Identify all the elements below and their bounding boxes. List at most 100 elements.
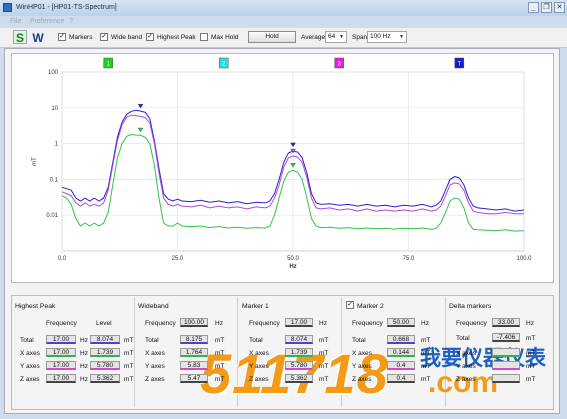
x-tick-label: 50.0 xyxy=(287,256,299,262)
wideband-row-label: Y axes xyxy=(145,363,165,370)
markers-checkbox[interactable]: ✓ xyxy=(58,33,66,41)
menu-preference[interactable]: Preference xyxy=(30,18,64,25)
highest-peak-row-label: Y axes xyxy=(20,363,40,370)
span-label: Span xyxy=(352,34,368,41)
marker2-row-value: 0.4 xyxy=(387,361,415,370)
delta-row-value xyxy=(492,374,520,383)
wideband-label: Wide band xyxy=(111,34,143,41)
marker1-row-value: 8.074 xyxy=(285,335,313,344)
highest-peak-freq-header: Frequency xyxy=(46,320,77,327)
marker2-row-unit: mT xyxy=(421,350,431,357)
span-value: 100 Hz xyxy=(370,33,391,40)
average-select[interactable]: 64 ▼ xyxy=(325,31,347,43)
wideband-freq-unit: Hz xyxy=(215,320,223,327)
marker1-freq-value: 17.00 xyxy=(285,318,313,327)
markers-label: Markers xyxy=(69,34,93,41)
highest-peak-row-level: 5.780 xyxy=(90,361,120,370)
highest-peak-label: Highest Peak xyxy=(157,34,196,41)
spectrum-s-button[interactable]: S xyxy=(13,30,27,45)
average-value: 64 xyxy=(328,33,336,40)
wideband-w-button[interactable]: W xyxy=(31,30,45,45)
marker2-row-unit: mT xyxy=(421,337,431,344)
delta-total-value: -7.406 xyxy=(492,333,520,342)
marker2-freq-value: 50.00 xyxy=(387,318,415,327)
wideband-row-label: X axes xyxy=(145,350,165,357)
highest-peak-row-hz: Hz xyxy=(80,376,88,383)
delta-freq-unit: Hz xyxy=(526,320,534,327)
marker2-row-unit: mT xyxy=(421,363,431,370)
chevron-down-icon: ▼ xyxy=(399,34,404,40)
x-tick-label: 75.0 xyxy=(403,256,415,262)
app-icon xyxy=(3,3,12,12)
wideband-row-label: Z axes xyxy=(145,376,165,383)
marker2-checkbox[interactable]: ✓ xyxy=(346,301,354,309)
highest-peak-row-label: Z axes xyxy=(20,376,40,383)
x-tick-label: 25.0 xyxy=(172,256,184,262)
delta-freq-label: Frequency xyxy=(456,320,487,327)
y-tick-label: 1 xyxy=(55,142,59,148)
span-select[interactable]: 100 Hz ▼ xyxy=(367,31,407,43)
spectrum-chart: 123T 0.0 25.0 50.0 75.0 100.01001010.10.01 m… xyxy=(32,57,532,270)
highest-peak-row-hz: Hz xyxy=(80,350,88,357)
marker1-row-unit: mT xyxy=(319,363,329,370)
wideband-freq-label: Frequency xyxy=(145,320,176,327)
highest-peak-row-freq: 17.00 xyxy=(46,348,76,357)
delta-row-value xyxy=(492,348,520,357)
max-hold-checkbox[interactable] xyxy=(200,33,208,41)
wideband-row-value: 5.83 xyxy=(180,361,208,370)
marker1-row-unit: mT xyxy=(319,376,329,383)
marker1-row-value: 1.739 xyxy=(285,348,313,357)
marker2-row-value: 0.144 xyxy=(387,348,415,357)
average-label: Average xyxy=(301,34,326,41)
highest-peak-row-hz: Hz xyxy=(80,363,88,370)
marker1-row-label: Z axes xyxy=(249,376,269,383)
delta-row-value xyxy=(492,361,520,370)
marker1-freq-label: Frequency xyxy=(249,320,280,327)
title-bar: WinHP01 - [HP01-TS-Spectrum] _ ❐ ✕ xyxy=(0,0,567,16)
window-title: WinHP01 - [HP01-TS-Spectrum] xyxy=(16,4,117,11)
delta-total-label: Total xyxy=(456,335,470,342)
highest-peak-row-unit: mT xyxy=(124,350,134,357)
highest-peak-row-freq: 17.00 xyxy=(46,374,76,383)
spectrum-chart-panel: 123T 0.0 25.0 50.0 75.0 100.0 100 10 1 0.1 0.01 m… xyxy=(11,53,554,283)
highest-peak-row-level: 1.739 xyxy=(90,348,120,357)
marker2-row-label: Y axes xyxy=(352,363,372,370)
delta-row-unit: mT xyxy=(526,350,536,357)
marker1-title: Marker 1 xyxy=(242,303,269,310)
restore-button[interactable]: ❐ xyxy=(541,2,552,13)
hold-button[interactable]: Hold xyxy=(248,31,296,43)
marker2-freq-label: Frequency xyxy=(352,320,383,327)
y-tick-label: 10 xyxy=(51,106,58,112)
delta-row-label: Z axes xyxy=(456,376,476,383)
menu-help[interactable]: ? xyxy=(69,18,73,25)
close-button[interactable]: ✕ xyxy=(554,2,565,13)
highest-peak-checkbox[interactable]: ✓ xyxy=(146,33,154,41)
marker1-row-value: 5.780 xyxy=(285,361,313,370)
minimize-button[interactable]: _ xyxy=(528,2,539,13)
marker1-row-label: Total xyxy=(249,337,263,344)
chevron-down-icon: ▼ xyxy=(339,34,344,40)
marker2-freq-unit: Hz xyxy=(421,320,429,327)
wideband-row-unit: mT xyxy=(215,363,225,370)
highest-peak-row-hz: Hz xyxy=(80,337,88,344)
watermark-dotcom: .com xyxy=(428,366,499,399)
marker1-row-label: Y axes xyxy=(249,363,269,370)
delta-freq-value: 33.00 xyxy=(492,318,520,327)
wideband-checkbox[interactable]: ✓ xyxy=(100,33,108,41)
marker1-row-value: 5.362 xyxy=(285,374,313,383)
delta-row-label: Y axes xyxy=(456,363,476,370)
highest-peak-row-freq: 17.00 xyxy=(46,361,76,370)
wideband-row-value: 1.764 xyxy=(180,348,208,357)
wideband-title: Wideband xyxy=(138,303,169,310)
highest-peak-row-level: 8.074 xyxy=(90,335,120,344)
marker1-row-unit: mT xyxy=(319,337,329,344)
marker2-row-unit: mT xyxy=(421,376,431,383)
wideband-row-unit: mT xyxy=(215,337,225,344)
marker2-title: Marker 2 xyxy=(357,303,384,310)
wideband-row-value: 5.47 xyxy=(180,374,208,383)
menu-file[interactable]: File xyxy=(10,18,21,25)
wideband-row-value: 8.175 xyxy=(180,335,208,344)
highest-peak-row-unit: mT xyxy=(124,337,134,344)
marker2-row-value: 0.668 xyxy=(387,335,415,344)
x-axis-label: Hz xyxy=(289,264,296,270)
